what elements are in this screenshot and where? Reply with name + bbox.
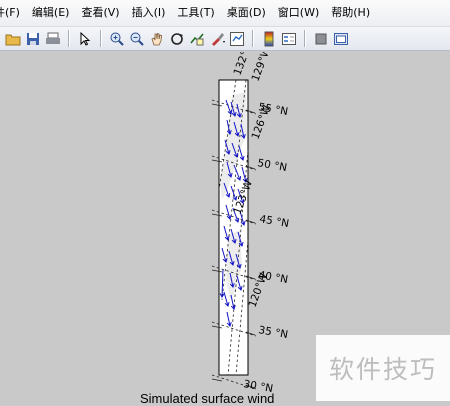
longitude-label: 132°: [232, 52, 252, 77]
menu-item[interactable]: 工具(T): [171, 0, 220, 26]
menu-item[interactable]: 帮助(H): [325, 0, 376, 26]
pointer-icon[interactable]: [77, 31, 93, 47]
zoom-out-icon[interactable]: [129, 31, 145, 47]
watermark-text: 软件技巧: [328, 355, 437, 384]
menu-bar: 件(F)编辑(E)查看(V)插入(I)工具(T)桌面(D)窗口(W)帮助(H): [0, 0, 450, 27]
legend-icon[interactable]: [281, 31, 297, 47]
folder-open-icon[interactable]: [5, 31, 21, 47]
menu-item[interactable]: 查看(V): [75, 0, 125, 26]
hide-plot-tools-icon[interactable]: [313, 31, 329, 47]
toolbar-separator: [252, 30, 254, 47]
menu-item[interactable]: 窗口(W): [272, 0, 325, 26]
pan-hand-icon[interactable]: [149, 31, 165, 47]
toolbar-separator: [304, 30, 306, 47]
show-plot-tools-icon[interactable]: [333, 31, 349, 47]
brush-icon[interactable]: [209, 31, 225, 47]
latitude-label: 50 °N: [256, 157, 287, 174]
longitude-label: 126°W: [250, 103, 274, 141]
latitude-label: 45 °N: [258, 213, 289, 230]
toolbar-separator: [100, 30, 102, 47]
longitude-label: 120°W: [247, 271, 271, 309]
data-cursor-icon[interactable]: [189, 31, 205, 47]
menu-item[interactable]: 桌面(D): [221, 0, 272, 26]
colorbar-icon[interactable]: [261, 31, 277, 47]
figure-toolbar: [0, 27, 450, 51]
zoom-in-icon[interactable]: [109, 31, 125, 47]
menu-item[interactable]: 件(F): [0, 0, 26, 26]
tick-mark: [211, 378, 223, 382]
latitude-label: 35 °N: [257, 324, 288, 341]
rotate-3d-icon[interactable]: [169, 31, 185, 47]
print-icon[interactable]: [45, 31, 61, 47]
figure-title: Simulated surface wind: [140, 391, 275, 406]
menu-item[interactable]: 插入(I): [126, 0, 172, 26]
save-icon[interactable]: [25, 31, 41, 47]
link-plot-icon[interactable]: [229, 31, 245, 47]
watermark: 软件技巧: [316, 335, 450, 401]
latitude-labels: 55 °N50 °N45 °N40 °N35 °N30 °N: [242, 101, 289, 395]
longitude-label: 129°W: [250, 52, 274, 83]
toolbar-separator: [68, 30, 70, 47]
menu-item[interactable]: 编辑(E): [26, 0, 76, 26]
